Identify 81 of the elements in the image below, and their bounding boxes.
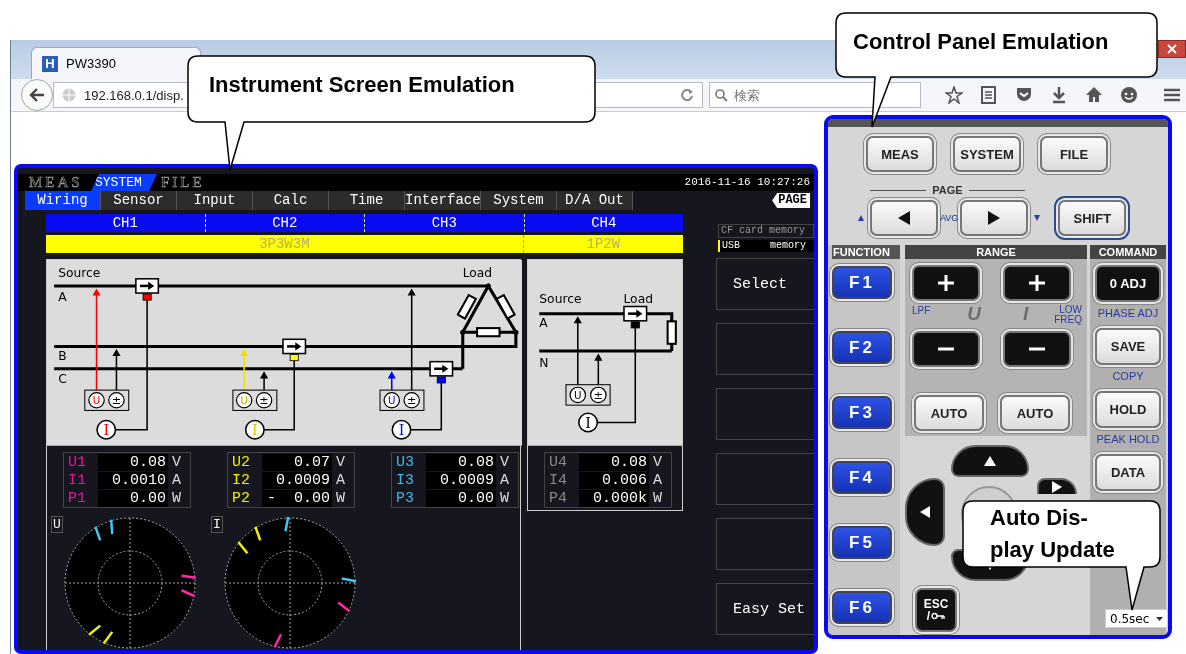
url-text: 192.168.0.1/disp. (84, 87, 185, 103)
current-terminal: I (244, 419, 265, 440)
reading-unit: V (172, 454, 182, 471)
reading-label: I4 (549, 472, 568, 489)
line-label: B (58, 348, 67, 363)
wiring-mode-label: 1P2W (586, 236, 621, 252)
reading-label: P4 (549, 490, 568, 507)
channel-label: CH3 (431, 215, 457, 231)
reading-value: 0.000k (579, 490, 649, 507)
line-label: N (539, 356, 549, 371)
voltage-terminal-block: U ± (379, 389, 425, 411)
reading-unit: V (653, 454, 663, 471)
reading-value: 0.07 (262, 454, 332, 471)
reading-label: U1 (68, 454, 87, 471)
source-label: Source (539, 291, 582, 306)
reading-value: 0.00 (426, 490, 496, 507)
phasor-label: U (51, 516, 63, 533)
reading-value: 0.00 (98, 490, 168, 507)
channel-label: CH2 (272, 215, 298, 231)
reading-value: 0.08 (426, 454, 496, 471)
avg-label: AVG (939, 213, 960, 223)
page-indicator: PAGE (772, 193, 810, 208)
reading-unit: A (653, 472, 663, 489)
reading-label: P3 (396, 490, 415, 507)
reading-label: U3 (396, 454, 415, 471)
reading-unit: W (336, 490, 346, 507)
voltage-terminal-block: U ± (232, 389, 278, 411)
channel-label: CH1 (112, 215, 138, 231)
current-terminal: I (391, 419, 412, 440)
line-label: A (539, 316, 548, 331)
reading-label: I1 (68, 472, 87, 489)
current-range-label: I (1023, 305, 1029, 323)
date-time: 2016-11-16 10:27:26 (684, 175, 811, 190)
reading-unit: V (336, 454, 346, 471)
callout-tooltip-text: Auto Dis- play Update (990, 504, 1115, 564)
reading-label: P2 (232, 490, 251, 507)
wiring-mode-label: 3P3W3M (259, 236, 310, 252)
lpf-label: LPF (912, 305, 931, 316)
shift-function-label: PHASE ADJ (1097, 306, 1159, 321)
reading-value: 0.08 (98, 454, 168, 471)
line-label: A (58, 289, 67, 304)
reading-unit: A (336, 472, 346, 489)
current-terminal: I (96, 419, 117, 440)
current-terminal: I (578, 412, 599, 433)
callout-tooltip-text: Instrument Screen Emulation (209, 71, 515, 99)
shift-function-label: PEAK HOLD (1096, 432, 1160, 447)
reading-unit: W (172, 490, 182, 507)
favicon-logo: H (42, 55, 58, 72)
reading-value: 0.08 (579, 454, 649, 471)
reading-unit: W (653, 490, 663, 507)
low-freq-label: LOW FREQ (1054, 305, 1082, 325)
reading-unit: V (500, 454, 510, 471)
phasor-label: I (211, 516, 223, 533)
reading-label: U4 (549, 454, 568, 471)
section-header: COMMAND (1090, 245, 1166, 259)
tab-title: PW3390 (66, 56, 116, 71)
reading-unit: A (172, 472, 182, 489)
reading-label: I3 (396, 472, 415, 489)
load-label: Load (623, 291, 653, 306)
channel-label: CH4 (591, 215, 617, 231)
reading-label: U2 (232, 454, 251, 471)
section-header: FUNCTION (832, 245, 900, 259)
reading-label: I2 (232, 472, 251, 489)
section-header: RANGE (905, 245, 1087, 259)
source-label: Source (58, 266, 101, 281)
reading-value: 0.0009 (262, 472, 332, 489)
reading-value: 0.006 (579, 472, 649, 489)
voltage-range-label: U (967, 305, 981, 323)
voltage-terminal-block: U ± (84, 389, 130, 411)
reading-unit: W (500, 490, 510, 507)
line-label: C (58, 372, 67, 386)
reading-label: P1 (68, 490, 87, 507)
voltage-terminal-block: U ± (565, 384, 611, 406)
callout-tooltip-text: Control Panel Emulation (853, 28, 1109, 56)
reading-value: - 0.00 (262, 490, 332, 507)
load-label: Load (462, 266, 493, 281)
reading-value: 0.0009 (426, 472, 496, 489)
shift-function-label: COPY (1112, 369, 1144, 384)
reading-value: 0.0010 (98, 472, 168, 489)
page-label: PAGE (932, 184, 963, 196)
reading-unit: A (500, 472, 510, 489)
